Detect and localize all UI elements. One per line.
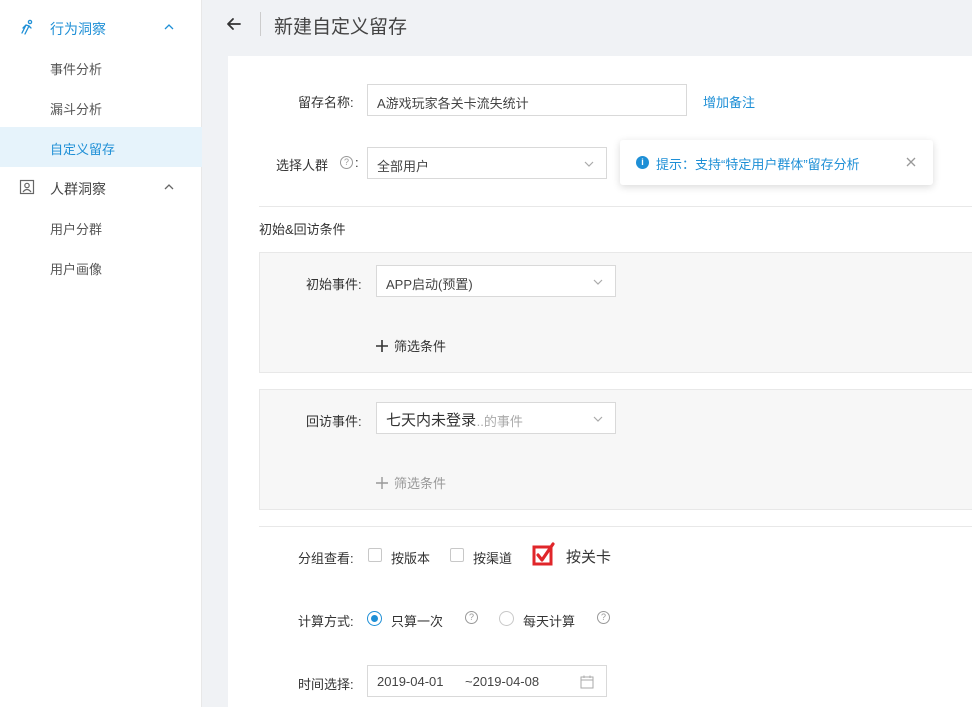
back-arrow-icon[interactable] bbox=[224, 14, 244, 34]
sidebar-item-label: 用户画像 bbox=[50, 262, 103, 277]
retention-name-input[interactable]: A游戏玩家各关卡流失统计 bbox=[367, 84, 687, 116]
select-crowd-colon: : bbox=[355, 155, 359, 170]
info-icon: i bbox=[636, 156, 649, 169]
add-filter-label: 筛选条件 bbox=[394, 476, 447, 491]
group-view-label: 分组查看: bbox=[298, 551, 354, 566]
return-event-label: 回访事件: bbox=[306, 414, 362, 429]
sidebar-group-behavior-label: 行为洞察 bbox=[50, 21, 106, 37]
initial-event-select[interactable]: APP启动(预置) bbox=[376, 265, 616, 297]
chevron-down-icon bbox=[593, 279, 603, 285]
sidebar-item-label: 漏斗分析 bbox=[50, 102, 103, 117]
calc-method-label: 计算方式: bbox=[298, 614, 354, 629]
person-card-icon bbox=[19, 179, 35, 195]
tip-text: 提示：支持“特定用户群体”留存分析 bbox=[656, 157, 860, 172]
page-title: 新建自定义留存 bbox=[274, 17, 408, 38]
sidebar-item-label: 用户分群 bbox=[50, 222, 103, 237]
sidebar-group-behavior[interactable]: 行为洞察 bbox=[0, 7, 202, 47]
plus-icon bbox=[376, 340, 388, 352]
initial-event-label: 初始事件: bbox=[306, 277, 362, 292]
header-divider bbox=[260, 12, 261, 36]
divider bbox=[259, 526, 972, 527]
group-by-channel-checkbox[interactable] bbox=[450, 548, 464, 562]
sidebar-item-label: 事件分析 bbox=[50, 62, 103, 77]
sidebar-group-people[interactable]: 人群洞察 bbox=[0, 167, 202, 207]
add-filter-button[interactable]: 筛选条件 bbox=[376, 336, 446, 355]
time-select-label: 时间选择: bbox=[298, 677, 354, 692]
sidebar-group-people-label: 人群洞察 bbox=[50, 181, 106, 197]
calc-once-radio[interactable] bbox=[367, 611, 382, 626]
chevron-up-icon bbox=[164, 184, 174, 190]
date-range-picker[interactable]: 2019-04-01 ~2019-04-08 bbox=[367, 665, 607, 697]
select-crowd-label: 选择人群 bbox=[276, 158, 329, 173]
retention-name-label: 留存名称: bbox=[298, 95, 354, 110]
return-event-select[interactable]: ...的事件 七天内未登录 bbox=[376, 402, 616, 434]
plus-icon bbox=[376, 477, 388, 489]
page-header: 新建自定义留存 bbox=[203, 0, 972, 50]
group-by-level-label: 按关卡 bbox=[566, 549, 612, 566]
add-filter-label: 筛选条件 bbox=[394, 339, 447, 354]
retention-name-value: A游戏玩家各关卡流失统计 bbox=[377, 96, 529, 111]
crowd-select[interactable]: 全部用户 bbox=[367, 147, 607, 179]
chevron-up-icon bbox=[164, 24, 174, 30]
group-by-version-label: 按版本 bbox=[391, 551, 431, 566]
sidebar: 行为洞察 事件分析 漏斗分析 自定义留存 人群洞察 用户分群 用户画像 bbox=[0, 0, 202, 707]
group-by-version-checkbox[interactable] bbox=[368, 548, 382, 562]
calc-once-label: 只算一次 bbox=[391, 614, 444, 629]
sidebar-item-event-analysis[interactable]: 事件分析 bbox=[0, 47, 202, 87]
sidebar-item-funnel-analysis[interactable]: 漏斗分析 bbox=[0, 87, 202, 127]
group-by-channel-label: 按渠道 bbox=[473, 551, 513, 566]
add-filter-button-disabled[interactable]: 筛选条件 bbox=[376, 473, 446, 492]
calc-daily-label: 每天计算 bbox=[523, 614, 576, 629]
running-person-icon bbox=[21, 19, 33, 35]
add-note-link[interactable]: 增加备注 bbox=[703, 92, 755, 111]
tip-popover: i 提示：支持“特定用户群体”留存分析 bbox=[620, 140, 933, 185]
sidebar-item-user-profile[interactable]: 用户画像 bbox=[0, 247, 202, 287]
return-event-value: 七天内未登录 bbox=[386, 412, 477, 429]
chevron-down-icon bbox=[584, 161, 594, 167]
date-start: 2019-04-01 bbox=[377, 674, 444, 689]
section-title: 初始&回访条件 bbox=[259, 222, 346, 237]
sidebar-item-custom-retention[interactable]: 自定义留存 bbox=[0, 127, 202, 167]
help-icon[interactable]: ? bbox=[465, 611, 478, 624]
return-event-placeholder: ...的事件 bbox=[473, 414, 523, 429]
date-end: ~2019-04-08 bbox=[465, 674, 540, 689]
crowd-select-value: 全部用户 bbox=[377, 159, 430, 174]
divider bbox=[259, 206, 972, 207]
calendar-icon bbox=[580, 675, 594, 689]
calc-daily-radio[interactable] bbox=[499, 611, 514, 626]
checked-checkbox-icon[interactable] bbox=[531, 542, 557, 568]
sidebar-item-user-segment[interactable]: 用户分群 bbox=[0, 207, 202, 247]
help-icon[interactable]: ? bbox=[597, 611, 610, 624]
close-icon[interactable] bbox=[904, 155, 918, 169]
initial-event-value: APP启动(预置) bbox=[386, 277, 473, 292]
help-icon[interactable]: ? bbox=[340, 156, 353, 169]
chevron-down-icon bbox=[593, 416, 603, 422]
sidebar-item-label: 自定义留存 bbox=[50, 142, 116, 157]
